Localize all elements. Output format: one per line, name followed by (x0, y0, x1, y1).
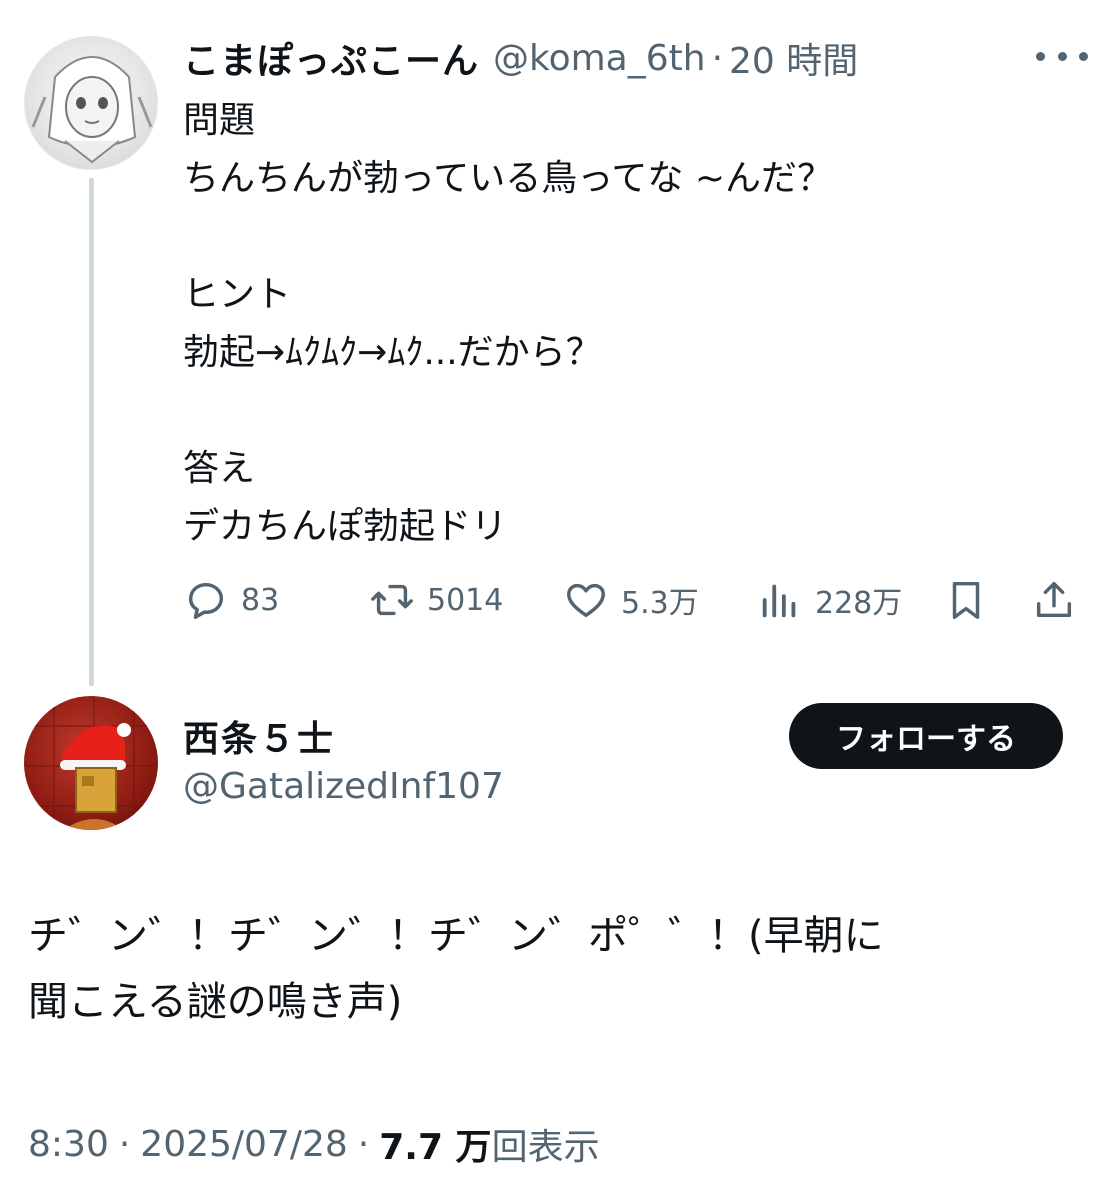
like-count: 5.3万 (621, 586, 699, 621)
tweet-time[interactable]: 8:30 (28, 1124, 109, 1165)
bookmark-button[interactable] (943, 572, 1001, 628)
views-label: 回表示 (491, 1127, 600, 1168)
reply-icon (188, 582, 224, 619)
retweet-icon (371, 584, 413, 616)
retweet-button[interactable]: 5014 (369, 572, 503, 628)
thread-line (89, 178, 94, 686)
tweet-header: こまぽっぷこーん @koma_6th · 20 時間 (183, 30, 858, 86)
separator: · (711, 37, 724, 79)
views-count: 228万 (815, 586, 903, 621)
like-icon (567, 583, 605, 618)
follow-button[interactable]: フォローする (789, 703, 1063, 769)
separator: · (357, 1123, 370, 1165)
views-button[interactable]: 228万 (757, 572, 902, 628)
author-name[interactable]: こまぽっぷこーん (183, 32, 479, 84)
author-handle[interactable]: @koma_6th (493, 38, 706, 79)
separator: · (118, 1123, 131, 1165)
share-button[interactable] (1031, 572, 1089, 628)
tweet-time[interactable]: 20 時間 (729, 32, 858, 84)
avatar[interactable] (24, 36, 158, 170)
avatar[interactable] (24, 696, 158, 830)
reply-text: チ゛ン゛！チ゛ン゛！チ゛ン゛ポ゜゛！(早朝に 聞こえる謎の鳴き声) (28, 913, 884, 1025)
share-icon (1036, 581, 1072, 618)
views-count[interactable]: 7.7 万 (379, 1118, 491, 1170)
tweet-date[interactable]: 2025/07/28 (140, 1124, 348, 1165)
tweet-text: 問題 ちんちんが勃っている鳥ってな ~んだ？ ヒント 勃起→ﾑｸﾑｸ→ﾑｸ...… (183, 100, 834, 547)
reply-count: 83 (241, 582, 280, 618)
action-bar: 83 5014 5.3万 228万 (183, 572, 1083, 628)
reply-button[interactable]: 83 (183, 572, 279, 628)
tweet-meta: 8:30 · 2025/07/28 · 7.7 万 回表示 (28, 1118, 600, 1170)
retweet-count: 5014 (427, 582, 504, 618)
author-handle[interactable]: @GatalizedInf107 (183, 766, 504, 807)
bookmark-icon (952, 581, 980, 619)
author-name[interactable]: 西条５士 (183, 710, 335, 762)
more-icon[interactable] (1036, 38, 1088, 74)
like-button[interactable]: 5.3万 (563, 572, 699, 628)
views-icon (762, 584, 796, 618)
